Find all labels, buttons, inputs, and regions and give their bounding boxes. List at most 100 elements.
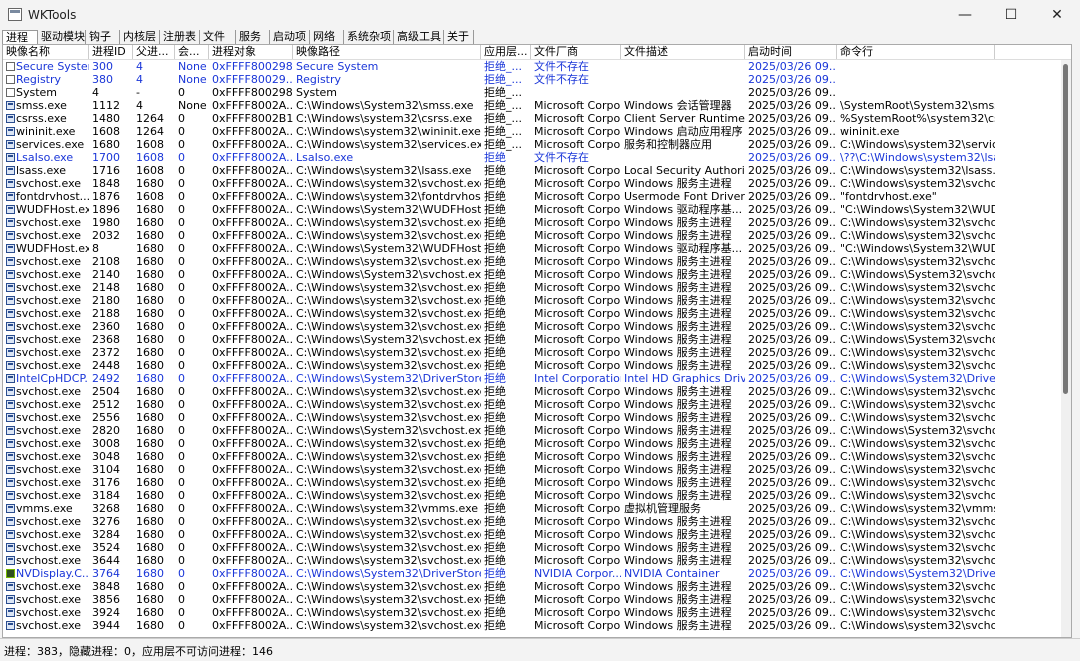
- minimize-button[interactable]: —: [942, 0, 988, 30]
- table-row[interactable]: svchost.exe 2140 1680 0 0xFFFF8002A... C:\Win…: [3, 268, 1061, 281]
- table-row[interactable]: svchost.exe 2820 1680 0 0xFFFF8002A... C:\Win…: [3, 424, 1061, 437]
- table-row[interactable]: smss.exe 1112 4 None 0xFFFF8002A... C:\Window…: [3, 99, 1061, 112]
- table-row[interactable]: services.exe 1680 1608 0 0xFFFF8002A... C:\Wi…: [3, 138, 1061, 151]
- tab-process[interactable]: 进程: [2, 30, 38, 44]
- table-row[interactable]: svchost.exe 2372 1680 0 0xFFFF8002A... C:\Win…: [3, 346, 1061, 359]
- tab-kernel[interactable]: 内核层: [120, 30, 160, 44]
- table-row[interactable]: System4-00xFFFF800298...System拒绝_...2025…: [3, 86, 1061, 99]
- table-row[interactable]: WUDFHost.exe1896 1680 0 0xFFFF8002A...C:\Wi…: [3, 203, 1061, 216]
- table-row[interactable]: svchost.exe 3644 1680 0 0xFFFF8002A... C:\Win…: [3, 554, 1061, 567]
- scrollbar-thumb[interactable]: [1063, 64, 1068, 394]
- table-row[interactable]: vmms.exe 3268 1680 0 0xFFFF8002A... C:\Window…: [3, 502, 1061, 515]
- cell-command-line: C:\Windows\system32\svchos...: [840, 294, 995, 307]
- column-header-start-time[interactable]: 启动时间: [745, 45, 837, 59]
- cell-ppid: 1264: [136, 125, 164, 138]
- tab-about[interactable]: 关于: [444, 30, 474, 44]
- cell-pid: 2032: [92, 229, 120, 242]
- table-row[interactable]: svchost.exe 3008 1680 0 0xFFFF8002A... C:\Win…: [3, 437, 1061, 450]
- cell-process-object: 0xFFFF800298...: [212, 86, 293, 99]
- exe-icon: [6, 621, 15, 630]
- cell-start-time: 2025/03/26 09...: [748, 502, 837, 515]
- close-button[interactable]: ✕: [1034, 0, 1080, 30]
- table-row[interactable]: svchost.exe 3104 1680 0 0xFFFF8002A... C:\Win…: [3, 463, 1061, 476]
- table-row[interactable]: IntelCpHDCP... 2492 1680 0 0xFFFF8002A... C:\…: [3, 372, 1061, 385]
- tab-startup[interactable]: 启动项: [270, 30, 310, 44]
- column-header-image-name[interactable]: 映像名称: [3, 45, 89, 59]
- tab-advanced-tools[interactable]: 高级工具: [394, 30, 444, 44]
- tab-registry[interactable]: 注册表: [160, 30, 200, 44]
- table-row[interactable]: svchost.exe 3848 1680 0 0xFFFF8002A... C:\Win…: [3, 580, 1061, 593]
- table-row[interactable]: svchost.exe 3048 1680 0 0xFFFF8002A... C:\Win…: [3, 450, 1061, 463]
- table-row[interactable]: svchost.exe 1848 1680 0 0xFFFF8002A... C:\Win…: [3, 177, 1061, 190]
- table-row[interactable]: svchost.exe 3856 1680 0 0xFFFF8002A... C:\Win…: [3, 593, 1061, 606]
- table-row[interactable]: svchost.exe 2360 1680 0 0xFFFF8002A... C:\Win…: [3, 320, 1061, 333]
- table-row[interactable]: Registry 380 4 None 0xFFFF80029... Registry 拒绝…: [3, 73, 1061, 86]
- table-row[interactable]: LsaIso.exe 1700 1608 0 0xFFFF8002A... LsaIso.…: [3, 151, 1061, 164]
- table-row[interactable]: lsass.exe 1716 1608 0 0xFFFF8002A... C:\Windo…: [3, 164, 1061, 177]
- tab-service[interactable]: 服务: [236, 30, 270, 44]
- cell-command-line: C:\Windows\system32\svchos...: [840, 528, 995, 541]
- cell-process-object: 0xFFFF8002B1...: [212, 112, 293, 125]
- cell-image-path: C:\Windows\system32\svchost.exe: [296, 437, 481, 450]
- table-row[interactable]: svchost.exe 2188 1680 0 0xFFFF8002A... C:\Win…: [3, 307, 1061, 320]
- column-header-file-description[interactable]: 文件描述: [621, 45, 745, 59]
- table-row[interactable]: svchost.exe 3284 1680 0 0xFFFF8002A... C:\Win…: [3, 528, 1061, 541]
- cell-image-path: C:\Windows\System32\DriverStore\F...: [296, 567, 481, 580]
- cell-file-description: Windows 启动应用程序: [624, 125, 743, 138]
- cell-session: 0: [178, 268, 185, 281]
- table-row[interactable]: svchost.exe 3924 1680 0 0xFFFF8002A... C:\Win…: [3, 606, 1061, 619]
- table-row[interactable]: svchost.exe 3524 1680 0 0xFFFF8002A... C:\Win…: [3, 541, 1061, 554]
- table-row[interactable]: WUDFHost.exe8 1680 0 0xFFFF8002A...C:\Windo…: [3, 242, 1061, 255]
- column-header-ppid[interactable]: 父进...: [133, 45, 175, 59]
- table-row[interactable]: svchost.exe 2032 1680 0 0xFFFF8002A... C:\Win…: [3, 229, 1061, 242]
- tab-system-misc[interactable]: 系统杂项: [344, 30, 394, 44]
- cell-process-object: 0xFFFF8002A...: [212, 203, 293, 216]
- exe-icon: [6, 309, 15, 318]
- table-row[interactable]: svchost.exe 3176 1680 0 0xFFFF8002A... C:\Win…: [3, 476, 1061, 489]
- cell-ppid: 1680: [136, 372, 164, 385]
- cell-ppid: 1680: [136, 242, 164, 255]
- column-header-file-vendor[interactable]: 文件厂商: [531, 45, 621, 59]
- table-row[interactable]: svchost.exe 2180 1680 0 0xFFFF8002A... C:\Win…: [3, 294, 1061, 307]
- cell-file-vendor: 文件不存在: [534, 151, 589, 164]
- table-row[interactable]: svchost.exe 2368 1680 0 0xFFFF8002A... C:\Win…: [3, 333, 1061, 346]
- cell-pid: 1480: [92, 112, 120, 125]
- table-row[interactable]: fontdrvhost.... 1876 1608 0 0xFFFF8002A... C:…: [3, 190, 1061, 203]
- cell-image-name: svchost.exe: [16, 281, 82, 294]
- table-row[interactable]: svchost.exe 2504 1680 0 0xFFFF8002A... C:\Win…: [3, 385, 1061, 398]
- table-row[interactable]: svchost.exe 2148 1680 0 0xFFFF8002A... C:\Win…: [3, 281, 1061, 294]
- table-row[interactable]: svchost.exe 3944 1680 0 0xFFFF8002A... C:\Win…: [3, 619, 1061, 632]
- exe-icon: [6, 374, 15, 383]
- table-row[interactable]: svchost.exe 2448 1680 0 0xFFFF8002A... C:\Win…: [3, 359, 1061, 372]
- column-header-image-path[interactable]: 映像路径: [293, 45, 481, 59]
- table-row[interactable]: svchost.exe 1980 1680 0 0xFFFF8002A... C:\Win…: [3, 216, 1061, 229]
- tab-network[interactable]: 网络: [310, 30, 344, 44]
- tab-driver-module[interactable]: 驱动模块: [38, 30, 86, 44]
- column-header-session[interactable]: 会...: [175, 45, 209, 59]
- table-row[interactable]: svchost.exe 2556 1680 0 0xFFFF8002A... C:\Win…: [3, 411, 1061, 424]
- vertical-scrollbar[interactable]: [1061, 60, 1071, 637]
- column-header-pid[interactable]: 进程ID: [89, 45, 133, 59]
- tab-file[interactable]: 文件: [200, 30, 236, 44]
- table-row[interactable]: csrss.exe 1480 1264 0 0xFFFF8002B1...C:\Wind…: [3, 112, 1061, 125]
- column-header-command-line[interactable]: 命令行: [837, 45, 995, 59]
- cell-ppid: 4: [136, 73, 143, 86]
- cell-file-description: Windows 服务主进程: [624, 424, 732, 437]
- cell-image-name: svchost.exe: [16, 424, 82, 437]
- table-row[interactable]: Secure System3004None0xFFFF800298...Secu…: [3, 60, 1061, 73]
- table-row[interactable]: svchost.exe 3276 1680 0 0xFFFF8002A... C:\Win…: [3, 515, 1061, 528]
- column-header-app-layer[interactable]: 应用层...: [481, 45, 531, 59]
- tab-hook[interactable]: 钩子: [86, 30, 120, 44]
- table-row[interactable]: wininit.exe 1608 1264 0 0xFFFF8002A... C:\Win…: [3, 125, 1061, 138]
- table-row[interactable]: NVDisplay.C... 3764 1680 0 0xFFFF8002A... C:\…: [3, 567, 1061, 580]
- cell-file-vendor: Microsoft Corpo...: [534, 320, 621, 333]
- cell-pid: 1980: [92, 216, 120, 229]
- table-row[interactable]: svchost.exe 2512 1680 0 0xFFFF8002A... C:\Win…: [3, 398, 1061, 411]
- cell-file-vendor: Microsoft Corpo...: [534, 216, 621, 229]
- maximize-button[interactable]: ☐: [988, 0, 1034, 30]
- cell-file-vendor: Microsoft Corpo...: [534, 385, 621, 398]
- table-row[interactable]: svchost.exe 3184 1680 0 0xFFFF8002A... C:\Win…: [3, 489, 1061, 502]
- cell-image-name: svchost.exe: [16, 619, 82, 632]
- column-header-process-object[interactable]: 进程对象: [209, 45, 293, 59]
- table-row[interactable]: svchost.exe 2108 1680 0 0xFFFF8002A... C:\Win…: [3, 255, 1061, 268]
